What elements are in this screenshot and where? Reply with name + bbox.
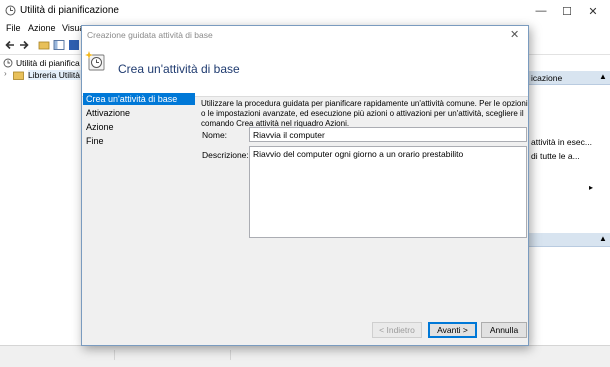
main-titlebar: Utilità di pianificazione — ☐ ✕: [0, 0, 610, 22]
status-bar: [0, 345, 610, 367]
tree-item-root-label: Utilità di pianifica: [16, 58, 80, 68]
help-icon[interactable]: [68, 39, 80, 51]
tree-item-library[interactable]: › Libreria Utilità d: [4, 69, 90, 81]
dialog-close-button[interactable]: ✕: [510, 28, 519, 41]
status-panel: [4, 350, 115, 360]
actions-pane: icazione ▲ attività in esec... di tutte …: [529, 55, 610, 345]
actions-header[interactable]: icazione ▲: [529, 71, 610, 85]
forward-arrow-icon[interactable]: [18, 39, 30, 51]
collapse-icon[interactable]: ▲: [599, 72, 607, 81]
actions-header-label: icazione: [531, 73, 563, 83]
navigation-tree: Utilità di pianifica › Libreria Utilità …: [0, 55, 91, 345]
folder-icon[interactable]: [38, 39, 50, 51]
basic-task-wizard-dialog: Creazione guidata attività di base ✕ Cre…: [81, 25, 529, 346]
actions-header-selected[interactable]: ▲: [529, 233, 610, 247]
step-action[interactable]: Azione: [83, 121, 195, 133]
back-button[interactable]: < Indietro: [372, 322, 422, 338]
description-field[interactable]: Riavvio del computer ogni giorno a un or…: [249, 146, 527, 238]
intro-text: Utilizzare la procedura guidata per pian…: [201, 99, 528, 128]
action-item-all-tasks[interactable]: di tutte le a...: [531, 151, 580, 161]
dialog-titlebar: Creazione guidata attività di base ✕: [82, 26, 528, 44]
dialog-title: Creazione guidata attività di base: [87, 30, 213, 40]
submenu-arrow-icon[interactable]: ▸: [589, 183, 593, 192]
description-text: Riavvio del computer ogni giorno a un or…: [253, 149, 464, 159]
name-label: Nome:: [202, 130, 228, 140]
back-arrow-icon[interactable]: [4, 39, 16, 51]
task-wizard-icon: [85, 51, 105, 71]
next-button[interactable]: Avanti >: [428, 322, 477, 338]
dialog-heading: Crea un'attività di base: [118, 62, 240, 76]
expand-chevron-icon[interactable]: ›: [4, 69, 7, 78]
folder-icon: [13, 71, 24, 80]
step-trigger[interactable]: Attivazione: [83, 107, 195, 119]
clock-icon: [3, 58, 13, 68]
tree-item-library-label: Libreria Utilità d: [28, 70, 88, 80]
menu-azione[interactable]: Azione: [28, 23, 56, 33]
show-hide-tree-icon[interactable]: [53, 39, 65, 51]
description-label: Descrizione:: [202, 150, 249, 160]
name-field[interactable]: Riavvia il computer: [249, 127, 527, 142]
step-finish[interactable]: Fine: [83, 135, 195, 147]
step-create-basic-task[interactable]: Crea un'attività di base: [83, 93, 195, 105]
window-title: Utilità di pianificazione: [20, 5, 119, 16]
close-button[interactable]: ✕: [576, 0, 610, 22]
collapse-icon[interactable]: ▲: [599, 234, 607, 243]
dialog-header: Crea un'attività di base: [82, 44, 528, 97]
cancel-button[interactable]: Annulla: [481, 322, 527, 338]
menu-file[interactable]: File: [6, 23, 21, 33]
tree-item-root[interactable]: Utilità di pianifica: [2, 57, 90, 69]
clock-icon: [5, 5, 16, 16]
action-item-running-tasks[interactable]: attività in esec...: [531, 137, 592, 147]
status-panel: [120, 350, 231, 360]
